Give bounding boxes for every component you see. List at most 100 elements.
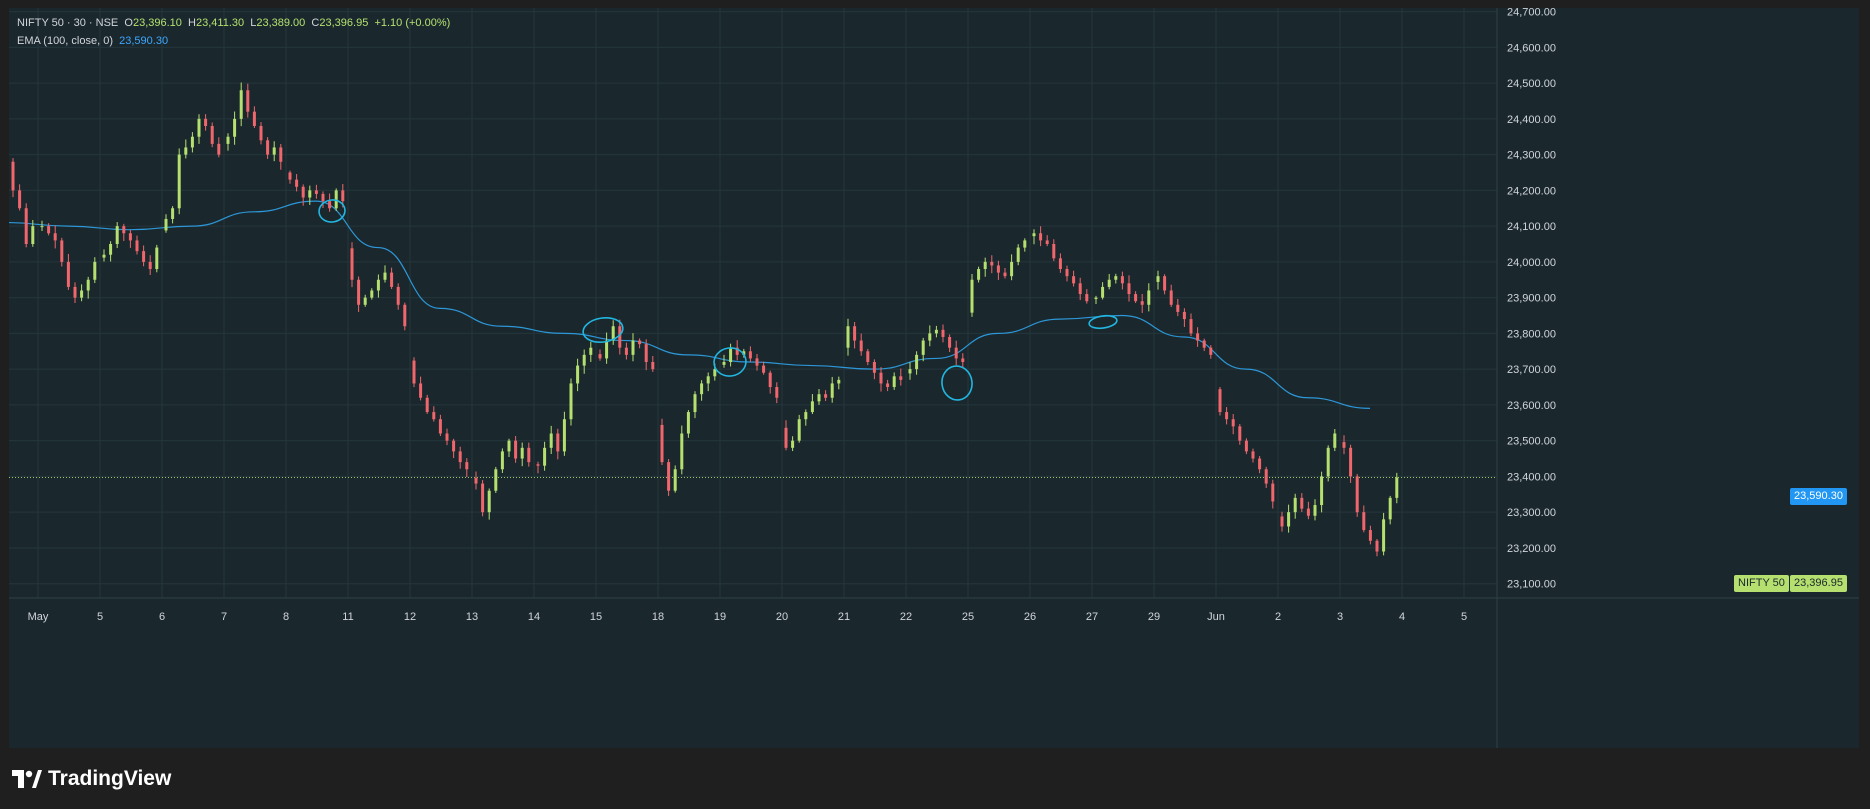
down-candle — [390, 267, 394, 290]
time-tick-label: 12 — [404, 611, 416, 623]
tradingview-logo[interactable]: TradingView — [12, 766, 171, 792]
up-candle — [1101, 282, 1105, 300]
candle-body — [562, 419, 566, 452]
up-candle — [1287, 504, 1291, 533]
up-candle — [830, 376, 834, 403]
price-axis[interactable]: 23,100.00 23,200.00 23,300.00 23,400.00 23,5… — [1507, 8, 1556, 591]
candle-body — [644, 344, 648, 362]
up-candle — [693, 391, 697, 419]
symbol-label[interactable]: NIFTY 50 · 30 · NSE — [17, 17, 118, 29]
down-candle — [1189, 313, 1193, 337]
candle-body — [934, 329, 938, 334]
candle-body — [1147, 290, 1151, 305]
ema-line — [9, 200, 1371, 409]
down-candle — [1231, 414, 1235, 435]
up-candle — [1326, 445, 1330, 482]
candle-body — [301, 186, 305, 198]
down-candle — [775, 382, 779, 404]
down-candle — [445, 428, 449, 446]
candle-body — [1140, 301, 1144, 305]
candle-body — [272, 147, 276, 155]
up-candle — [494, 466, 498, 493]
candle-body — [638, 340, 642, 345]
down-candle — [148, 255, 152, 276]
circle-annotation — [1088, 314, 1118, 330]
candle-body — [24, 208, 28, 244]
up-candle — [706, 372, 710, 392]
down-candle — [252, 106, 256, 128]
open-value: 23,396.10 — [132, 17, 182, 29]
down-candle — [879, 367, 883, 392]
candle-body — [1225, 412, 1229, 420]
candle-body — [18, 190, 22, 209]
time-axis[interactable]: May 5 6 7 8 11 12 13 14 15 18 19 20 21 22 25 26 27 29 Jun 2 3… — [28, 611, 1467, 623]
time-tick-label: 5 — [97, 611, 103, 623]
price-tick-label: 24,100.00 — [1507, 221, 1556, 233]
down-candle — [1045, 235, 1049, 247]
candle-body — [1163, 276, 1167, 291]
candle-body — [184, 147, 188, 155]
candle-body — [1101, 286, 1105, 298]
down-candle — [465, 458, 469, 478]
candle-body — [53, 233, 57, 241]
candle-body — [1368, 530, 1372, 541]
down-candle — [762, 361, 766, 375]
candle-body — [1052, 244, 1056, 259]
up-candle — [1094, 295, 1098, 304]
down-candle — [122, 223, 126, 242]
down-candle — [246, 83, 250, 118]
candle-body — [419, 383, 423, 398]
candle-body — [425, 397, 429, 413]
candle-body — [1326, 447, 1330, 477]
up-candle — [729, 343, 733, 367]
candle-body — [837, 379, 841, 384]
candle-body — [879, 372, 883, 384]
up-candle — [487, 488, 491, 520]
candle-body — [886, 383, 890, 388]
candle-body — [1107, 279, 1111, 287]
candle-body — [983, 261, 987, 270]
time-tick-label: 3 — [1337, 611, 1343, 623]
change-value: +1.10 (+0.00%) — [374, 17, 451, 29]
drawing-annotations — [318, 199, 1118, 401]
candle-body — [376, 279, 380, 291]
up-candle — [934, 325, 938, 338]
candle-body — [396, 286, 400, 305]
down-candle — [1065, 265, 1069, 282]
down-candle — [73, 282, 77, 303]
candle-body — [536, 464, 540, 466]
down-candle — [954, 340, 958, 365]
candle-body — [527, 447, 531, 463]
candle-body — [970, 279, 974, 313]
down-candle — [1225, 407, 1229, 425]
candle-body — [350, 248, 354, 280]
up-candle — [631, 333, 635, 362]
down-candle — [288, 170, 292, 184]
up-candle — [164, 214, 168, 233]
down-candle — [24, 203, 28, 248]
candle-body — [556, 433, 560, 452]
up-candle — [155, 244, 159, 273]
candle-body — [1058, 258, 1062, 270]
candle-body — [804, 412, 808, 420]
down-candle — [1271, 479, 1275, 509]
ema-legend[interactable]: EMA (100, close, 0) 23,590.30 — [17, 35, 168, 47]
candle-body — [1182, 311, 1186, 320]
down-candle — [259, 122, 263, 145]
chart-area[interactable]: 23,100.00 23,200.00 23,300.00 23,400.00 23,5… — [9, 8, 1859, 748]
candle-body — [1293, 497, 1297, 513]
candle-body — [915, 354, 919, 370]
candle-body — [1313, 505, 1317, 516]
down-candle — [660, 418, 664, 465]
down-candle — [853, 321, 857, 349]
up-candle — [804, 409, 808, 426]
up-candle — [1333, 429, 1337, 452]
down-candle — [514, 436, 518, 463]
candle-body — [474, 477, 478, 484]
ema-label[interactable]: EMA (100, close, 0) — [17, 35, 113, 47]
down-candle — [859, 333, 863, 356]
ema-price-tag: 23,590.30 — [1790, 488, 1847, 505]
down-candle — [128, 229, 132, 248]
candle-body — [722, 362, 726, 365]
price-chart[interactable]: 23,100.00 23,200.00 23,300.00 23,400.00 23,5… — [9, 8, 1859, 748]
